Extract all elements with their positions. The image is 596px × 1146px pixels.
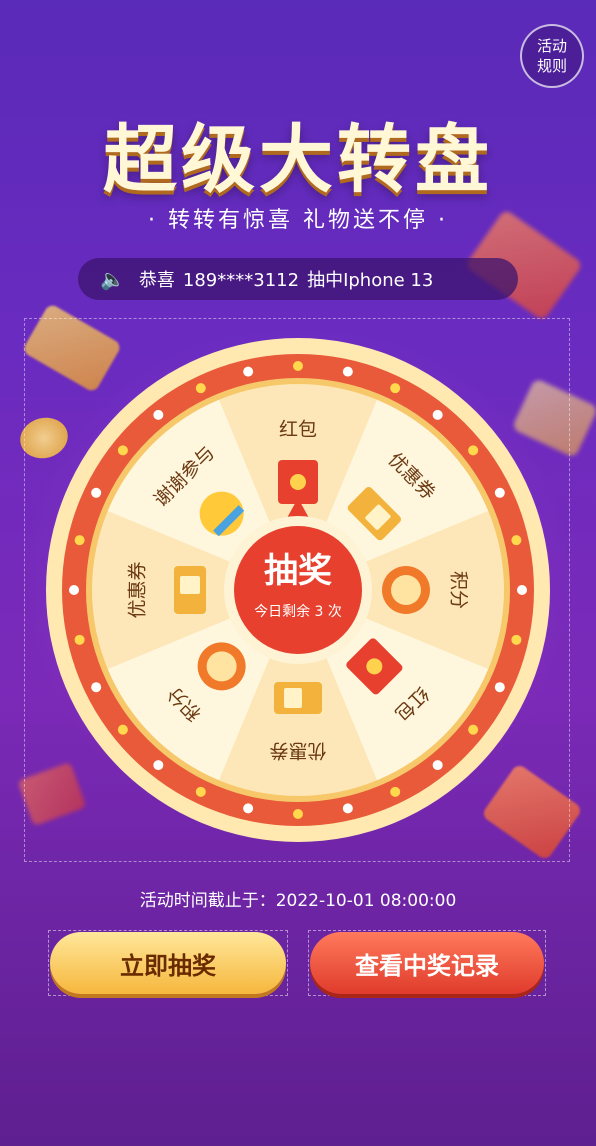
winner-notice-bar: 🔈 恭喜 189****3112 抽中Iphone 13	[78, 258, 518, 300]
prize-label: 优惠券	[127, 561, 149, 618]
wheel-light	[153, 760, 164, 771]
wheel-light	[494, 682, 505, 693]
wheel-light	[342, 366, 353, 377]
notice-prize: 抽中Iphone 13	[307, 270, 434, 291]
wheel-light	[432, 760, 443, 771]
activity-deadline: 活动时间截止于：2022-10-01 08:00:00	[139, 891, 457, 911]
wheel-light	[243, 803, 254, 814]
wheel-light	[468, 445, 479, 456]
prize-label: 红包	[279, 419, 317, 441]
prize-wheel[interactable]: 红包优惠券积分红包优惠券积分优惠券谢谢参与抽奖今日剩余 3 次	[44, 336, 552, 844]
page-title: 超级大转盘	[103, 117, 493, 203]
wheel-light	[153, 409, 164, 420]
rules-label-line2: 规则	[536, 57, 567, 75]
wheel-light	[195, 786, 206, 797]
wheel-light	[293, 361, 303, 371]
view-records-button[interactable]: 查看中奖记录	[310, 932, 544, 994]
wheel-light	[390, 786, 401, 797]
wheel-light	[69, 585, 79, 595]
coupon-icon	[174, 566, 206, 614]
wheel-light	[243, 366, 254, 377]
center-button-label: 抽奖	[264, 551, 332, 591]
wheel-light	[432, 409, 443, 420]
wheel-light	[195, 383, 206, 394]
notice-phone: 189****3112	[182, 270, 300, 291]
draw-now-button[interactable]: 立即抽奖	[50, 932, 286, 994]
wheel-light	[517, 585, 527, 595]
page-subtitle: · 转转有惊喜 礼物送不停 ·	[148, 208, 448, 233]
remaining-draws-label: 今日剩余 3 次	[254, 603, 342, 620]
prize-label: 积分	[448, 571, 470, 609]
rules-label-line1: 活动	[536, 37, 567, 55]
points-coin-icon	[382, 566, 430, 614]
wheel-light	[91, 682, 102, 693]
prize-label: 优惠券	[269, 740, 326, 762]
winner-notice-text: 恭喜 189****3112 抽中Iphone 13	[139, 266, 441, 292]
wheel-light	[74, 535, 85, 546]
wheel-light	[390, 383, 401, 394]
red-envelope-icon	[278, 460, 318, 504]
wheel-light	[342, 803, 353, 814]
wheel-light	[494, 487, 505, 498]
wheel-light	[117, 724, 128, 735]
wheel-light	[468, 724, 479, 735]
activity-rules-button[interactable]: 活动 规则	[520, 24, 584, 88]
wheel-light	[511, 634, 522, 645]
wheel-light	[293, 809, 303, 819]
speaker-icon: 🔈	[100, 267, 125, 291]
coupon-icon	[274, 682, 322, 714]
wheel-light	[117, 445, 128, 456]
wheel-light	[74, 634, 85, 645]
wheel-light	[511, 535, 522, 546]
wheel-light	[91, 487, 102, 498]
notice-prefix: 恭喜	[138, 270, 175, 291]
